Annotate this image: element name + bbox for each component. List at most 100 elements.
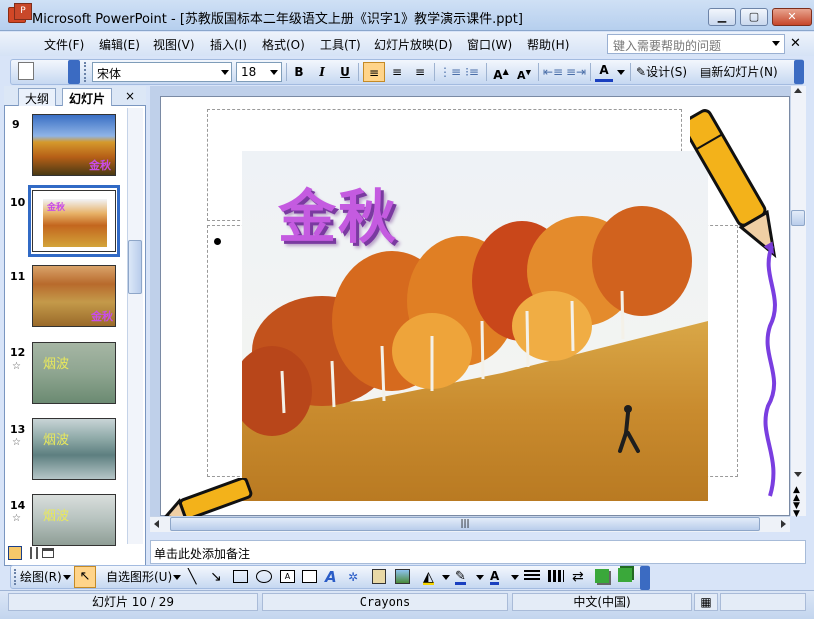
align-center-button[interactable]: ≡: [387, 62, 407, 82]
bold-button[interactable]: B: [290, 62, 308, 82]
shadow-style-icon[interactable]: [595, 569, 609, 583]
slide-title-text[interactable]: 金秋: [278, 170, 398, 254]
draw-menu-button[interactable]: 绘图(R): [20, 569, 62, 585]
slide-scroll-thumb[interactable]: [791, 210, 805, 226]
minimize-button[interactable]: ▁: [708, 8, 736, 26]
slides-panel-scroll-thumb[interactable]: [128, 240, 142, 294]
3d-style-icon[interactable]: [618, 568, 632, 582]
align-right-button[interactable]: ≡: [410, 62, 430, 82]
maximize-button[interactable]: ▢: [740, 8, 768, 26]
increase-font-button[interactable]: A▲: [491, 62, 511, 82]
notes-pane[interactable]: 单击此处添加备注: [150, 540, 806, 564]
normal-view-icon[interactable]: [8, 546, 22, 560]
help-dropdown-icon[interactable]: [772, 41, 780, 46]
menu-help[interactable]: 帮助(H): [527, 36, 569, 53]
align-left-button[interactable]: ≡: [363, 62, 385, 82]
decrease-font-button[interactable]: A▼: [514, 62, 534, 82]
bulleted-list-icon: ⁝≡: [465, 65, 479, 79]
close-document-icon[interactable]: ✕: [790, 36, 801, 51]
picture-icon[interactable]: [395, 569, 410, 584]
menu-insert[interactable]: 插入(I): [210, 36, 247, 53]
help-question-input[interactable]: 键入需要帮助的问题: [607, 34, 785, 54]
menu-format[interactable]: 格式(O): [262, 36, 305, 53]
dash-style-icon[interactable]: [548, 570, 564, 582]
oval-icon[interactable]: [256, 570, 272, 583]
clipart-icon[interactable]: [372, 569, 386, 584]
arrow-style-button[interactable]: ⇄: [572, 569, 584, 585]
scroll-up-icon[interactable]: [794, 88, 802, 93]
line-color-dropdown-icon[interactable]: [476, 575, 484, 580]
scroll-right-icon[interactable]: [781, 520, 786, 528]
toolbar-options-icon[interactable]: [640, 566, 650, 590]
next-slide-icon[interactable]: ▼ ▼: [793, 502, 800, 519]
wordart-icon[interactable]: A: [325, 569, 337, 585]
line-style-icon[interactable]: [524, 570, 540, 582]
diagram-icon[interactable]: ✲: [348, 569, 358, 585]
bullets-button[interactable]: ⁝≡: [462, 62, 482, 82]
design-button[interactable]: ✎设计(S): [636, 62, 696, 82]
slide-thumbnail[interactable]: 金秋: [32, 114, 116, 176]
menu-tools[interactable]: 工具(T): [320, 36, 361, 53]
tab-slides[interactable]: 幻灯片: [62, 88, 113, 106]
scroll-left-icon[interactable]: [154, 520, 159, 528]
font-color-button[interactable]: A: [595, 62, 613, 82]
size-dropdown-icon[interactable]: [270, 70, 278, 75]
new-slide-button[interactable]: ▤新幻灯片(N): [700, 62, 790, 82]
fill-color-dropdown-icon[interactable]: [442, 575, 450, 580]
close-window-button[interactable]: ✕: [772, 8, 812, 26]
pen-icon: ✎: [455, 569, 466, 584]
slides-panel-scrollbar[interactable]: [127, 108, 143, 544]
panel-close-icon[interactable]: ×: [125, 89, 135, 103]
horizontal-scroll-thumb[interactable]: |||: [170, 517, 760, 531]
slideshow-icon[interactable]: [42, 548, 54, 558]
slide-vertical-scrollbar[interactable]: [790, 86, 806, 516]
crayon-decoration: [162, 478, 253, 518]
rectangle-icon[interactable]: [233, 570, 248, 583]
scroll-down-icon[interactable]: [794, 472, 802, 477]
line-color-button[interactable]: ✎: [455, 569, 466, 585]
font-dropdown-icon[interactable]: [221, 70, 229, 75]
autoshapes-button[interactable]: 自选图形(U): [106, 569, 172, 585]
status-spacer: [720, 593, 806, 611]
slide-sorter-icon[interactable]: [26, 547, 38, 559]
new-document-icon[interactable]: [18, 62, 34, 80]
font-color-dropdown-icon[interactable]: [617, 70, 625, 75]
draw-dropdown-icon[interactable]: [63, 575, 71, 580]
slide-thumbnail[interactable]: 烟波: [32, 342, 116, 404]
toolbar-separator: [630, 63, 631, 81]
menu-file[interactable]: 文件(F): [44, 36, 84, 53]
increase-indent-button[interactable]: ≡⇥: [566, 62, 586, 82]
arrow-tool-button[interactable]: ↘: [210, 569, 222, 585]
previous-slide-icon[interactable]: ▲ ▲: [793, 486, 800, 503]
tab-outline[interactable]: 大纲: [18, 88, 57, 106]
menu-slideshow[interactable]: 幻灯片放映(D): [374, 36, 453, 53]
menu-window[interactable]: 窗口(W): [467, 36, 512, 53]
textbox-icon[interactable]: A: [280, 570, 295, 583]
decrease-indent-button[interactable]: ⇤≡: [543, 62, 563, 82]
autoshapes-dropdown-icon[interactable]: [173, 575, 181, 580]
menu-view[interactable]: 视图(V): [153, 36, 195, 53]
toolbar-options-icon[interactable]: [794, 60, 804, 84]
document-icon[interactable]: P: [14, 3, 32, 20]
fill-color-button[interactable]: ◭: [423, 569, 434, 585]
slide-thumbnail[interactable]: 烟波: [32, 494, 116, 546]
menu-edit[interactable]: 编辑(E): [99, 36, 140, 53]
underline-button[interactable]: U: [336, 62, 354, 82]
line-tool-button[interactable]: ╲: [188, 569, 196, 585]
align-left-icon: ≡: [368, 66, 380, 80]
toolbar-options-icon[interactable]: [68, 60, 80, 84]
slide-thumbnail[interactable]: 金秋: [32, 190, 116, 252]
draw-font-color-dropdown-icon[interactable]: [511, 575, 519, 580]
italic-button[interactable]: I: [313, 62, 331, 82]
vertical-textbox-icon[interactable]: [302, 570, 317, 583]
toolbar-separator: [286, 63, 287, 81]
draw-font-color-button[interactable]: A: [490, 569, 500, 585]
numbering-button[interactable]: ⋮≡: [439, 62, 461, 82]
select-objects-button[interactable]: ↖: [74, 566, 96, 588]
slide-thumbnail[interactable]: 金秋: [32, 265, 116, 327]
slide-thumbnail-label: 烟波: [43, 357, 70, 372]
toolbar-separator: [590, 63, 591, 81]
font-name-select[interactable]: 宋体: [92, 62, 232, 82]
slide-thumbnail[interactable]: 烟波: [32, 418, 116, 480]
spelling-check-icon[interactable]: ▦: [694, 593, 718, 611]
